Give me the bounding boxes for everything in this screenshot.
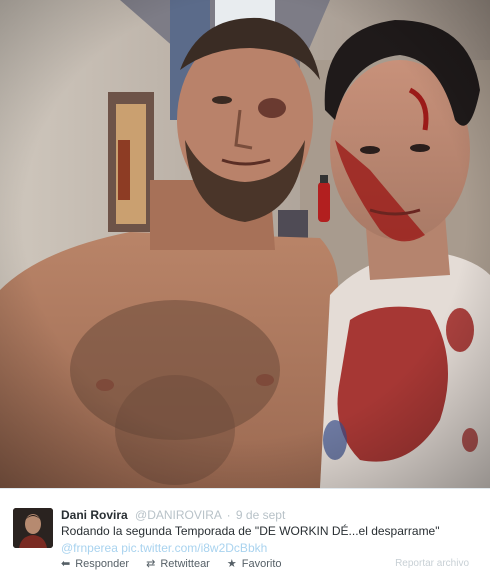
tweet-card: Dani Rovira @DANIROVIRA · 9 de sept Roda… [0,488,490,579]
retweet-icon: ⇄ [146,558,156,570]
author-row: Dani Rovira @DANIROVIRA · 9 de sept [61,508,285,522]
avatar-image [13,508,53,548]
pic-link[interactable]: pic.twitter.com/i8w2DcBbkh [121,541,267,555]
tweet-photo[interactable] [0,0,490,488]
retweet-label: Retwittear [160,558,210,570]
separator: · [226,508,231,522]
tweet-text: Rodando la segunda Temporada de "DE WORK… [61,524,440,538]
reply-button[interactable]: ⬅ Responder [61,558,129,571]
photo-image [0,0,490,488]
reply-icon: ⬅ [61,558,71,570]
reply-label: Responder [75,558,130,570]
author-name[interactable]: Dani Rovira [61,508,128,522]
star-icon: ★ [226,558,237,570]
report-link[interactable]: Reportar archivo [395,558,469,569]
retweet-button[interactable]: ⇄ Retwittear [146,558,210,571]
tweet-links: @frnperea pic.twitter.com/i8w2DcBbkh [61,541,267,555]
timestamp[interactable]: 9 de sept [236,508,285,522]
favorite-label: Favorito [241,558,282,570]
tweet-actions: ⬅ Responder ⇄ Retwittear ★ Favorito [61,558,296,571]
avatar[interactable] [13,508,53,548]
favorite-button[interactable]: ★ Favorito [227,558,282,571]
author-handle[interactable]: @DANIROVIRA [135,508,221,522]
mention-link[interactable]: @frnperea [61,541,118,555]
